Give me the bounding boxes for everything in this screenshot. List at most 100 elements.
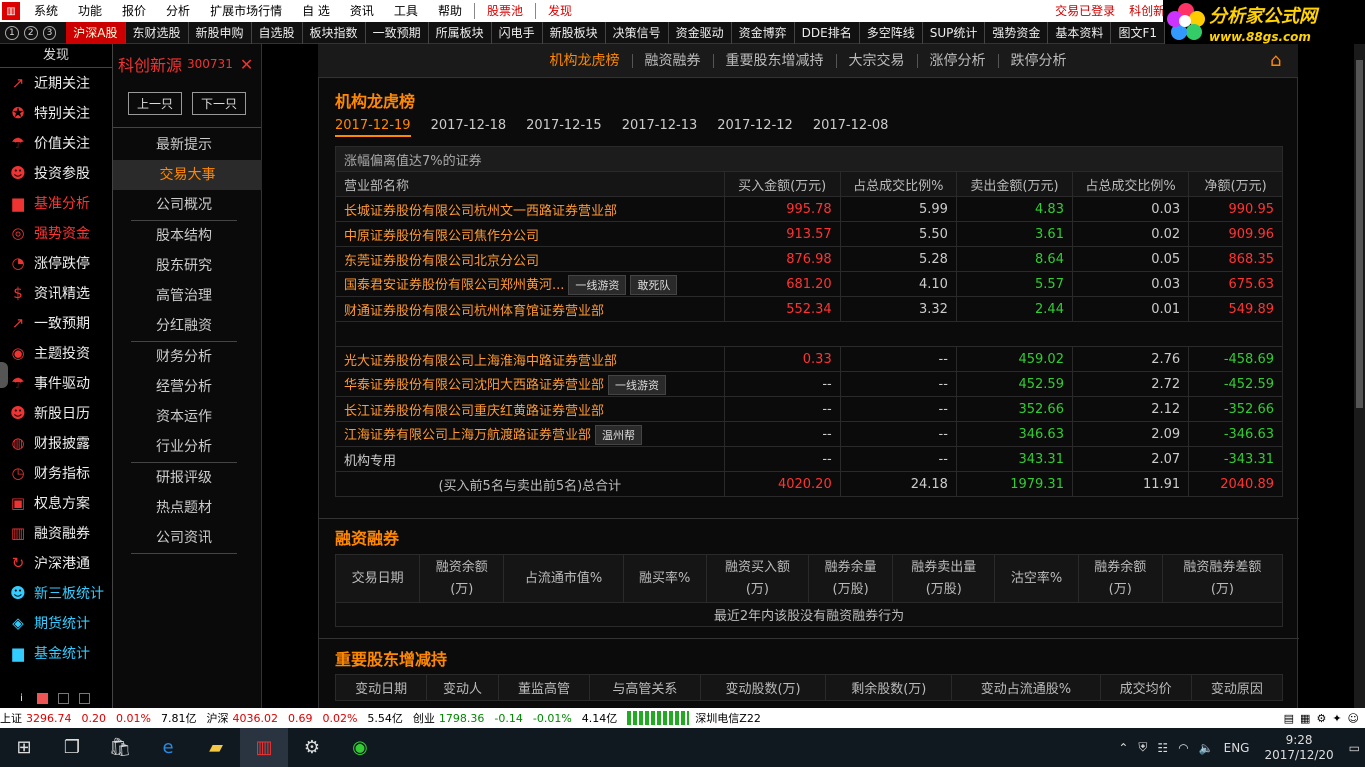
folder-icon[interactable]: ▰ xyxy=(192,728,240,767)
market-tab[interactable]: 资金博弈 xyxy=(732,21,795,44)
menu-stock-pool[interactable]: 股票池 xyxy=(477,0,533,22)
sub-tab[interactable]: 融资融券 xyxy=(633,53,714,68)
date-tab[interactable]: 2017-12-08 xyxy=(813,118,889,137)
shield-icon[interactable]: ⛨ xyxy=(1138,740,1147,755)
sidebar-item[interactable]: ▣ 权息方案 xyxy=(0,488,112,518)
sidebar-item[interactable]: ✪ 特别关注 xyxy=(0,98,112,128)
branch-name[interactable]: 机构专用 xyxy=(344,454,396,469)
sub-tab[interactable]: 机构龙虎榜 xyxy=(538,53,633,68)
nav-item[interactable]: 公司概况 xyxy=(131,190,237,220)
nav-item[interactable]: 高管治理 xyxy=(131,281,237,311)
branch-name[interactable]: 中原证券股份有限公司焦作分公司 xyxy=(344,229,539,244)
sidebar-item[interactable]: ◔ 涨停跌停 xyxy=(0,248,112,278)
market-tab[interactable]: 沪深A股 xyxy=(66,21,126,44)
menu-item[interactable]: 报价 xyxy=(112,0,156,22)
tools-icon[interactable]: ✦ xyxy=(1332,712,1341,725)
sidebar-item[interactable]: ◍ 财报披露 xyxy=(0,428,112,458)
nav-item[interactable]: 资本运作 xyxy=(131,402,237,432)
nav-item[interactable]: 财务分析 xyxy=(131,342,237,372)
table-row[interactable]: 长城证券股份有限公司杭州文一西路证券营业部 995.78 5.99 4.83 0.03 9… xyxy=(335,196,1283,222)
branch-name[interactable]: 华泰证券股份有限公司沈阳大西路证券营业部 xyxy=(344,378,604,393)
nav-item[interactable]: 研报评级 xyxy=(131,463,237,493)
trader-tag[interactable]: 一线游资 xyxy=(568,274,627,295)
wifi-icon[interactable]: ◠ xyxy=(1178,741,1188,755)
table-row[interactable]: 财通证券股份有限公司杭州体育馆证券营业部 552.34 3.32 2.44 0.01 54… xyxy=(335,296,1283,322)
date-tab[interactable]: 2017-12-15 xyxy=(526,118,602,137)
tray-up-icon[interactable]: ⌃ xyxy=(1118,741,1128,755)
sidebar-item[interactable]: ↻ 沪深港通 xyxy=(0,548,112,578)
sidebar-item[interactable]: ☂ 事件驱动 xyxy=(0,368,112,398)
sub-tab[interactable]: 涨停分析 xyxy=(918,53,999,68)
sidebar-item[interactable]: ▥ 融资融券 xyxy=(0,518,112,548)
sidebar-item[interactable]: $ 资讯精选 xyxy=(0,278,112,308)
view-square-icon-3[interactable] xyxy=(79,693,90,704)
notification-icon[interactable]: ▭ xyxy=(1349,741,1360,755)
date-tab[interactable]: 2017-12-12 xyxy=(717,118,793,137)
wechat-icon[interactable]: ◉ xyxy=(336,728,384,767)
market-tab[interactable]: 新股申购 xyxy=(189,21,252,44)
branch-name-cell[interactable]: 中原证券股份有限公司焦作分公司 xyxy=(335,221,725,247)
store-icon[interactable]: 🛍 xyxy=(96,728,144,767)
vertical-scrollbar[interactable] xyxy=(1354,44,1365,708)
branch-name[interactable]: 财通证券股份有限公司杭州体育馆证券营业部 xyxy=(344,304,604,319)
sidebar-item[interactable]: ↗ 一致预期 xyxy=(0,308,112,338)
market-tab[interactable]: 所属板块 xyxy=(429,21,492,44)
nav-item[interactable]: 热点题材 xyxy=(131,493,237,523)
branch-name-cell[interactable]: 机构专用 xyxy=(335,446,725,472)
settings-gear-icon[interactable]: ⚙ xyxy=(288,728,336,767)
branch-name[interactable]: 东莞证券股份有限公司北京分公司 xyxy=(344,254,539,269)
sidebar-item[interactable]: ☻ 新股日历 xyxy=(0,398,112,428)
table-row[interactable]: 长江证券股份有限公司重庆红黄路证券营业部 -- -- 352.66 2.12 -352.6… xyxy=(335,396,1283,422)
menu-item[interactable]: 资讯 xyxy=(340,0,384,22)
market-tab[interactable]: 东财选股 xyxy=(126,21,189,44)
sidebar-item[interactable]: ◈ 期货统计 xyxy=(0,608,112,638)
nav-item[interactable]: 公司资讯 xyxy=(131,523,237,553)
market-tab[interactable]: 自选股 xyxy=(252,21,303,44)
task-view-icon[interactable]: ❐ xyxy=(48,728,96,767)
branch-name-cell[interactable]: 光大证券股份有限公司上海淮海中路证券营业部 xyxy=(335,346,725,372)
circle-button[interactable]: 3 xyxy=(42,25,57,40)
branch-name-cell[interactable]: 华泰证券股份有限公司沈阳大西路证券营业部 一线游资 xyxy=(335,371,725,397)
clock[interactable]: 9:28 2017/12/20 xyxy=(1264,733,1333,763)
market-tab[interactable]: 资金驱动 xyxy=(669,21,732,44)
sidebar-item[interactable]: ▆ 基准分析 xyxy=(0,188,112,218)
branch-name-cell[interactable]: 江海证券有限公司上海万航渡路证券营业部 温州帮 xyxy=(335,421,725,447)
sidebar-item[interactable]: ☂ 价值关注 xyxy=(0,128,112,158)
date-tab[interactable]: 2017-12-19 xyxy=(335,118,411,137)
view-square-icon-1[interactable] xyxy=(37,693,48,704)
branch-name[interactable]: 长城证券股份有限公司杭州文一西路证券营业部 xyxy=(344,204,617,219)
table-row[interactable]: 江海证券有限公司上海万航渡路证券营业部 温州帮 -- -- 346.63 2.09 -346… xyxy=(335,421,1283,447)
info-view-icon[interactable]: i xyxy=(16,693,27,704)
view-square-icon-2[interactable] xyxy=(58,693,69,704)
date-tab[interactable]: 2017-12-18 xyxy=(431,118,507,137)
nav-item[interactable]: 交易大事 xyxy=(113,160,262,190)
nav-item[interactable]: 股东研究 xyxy=(131,251,237,281)
branch-name[interactable]: 国泰君安证券股份有限公司郑州黄河... xyxy=(344,278,564,293)
sidebar-item[interactable]: ↗ 近期关注 xyxy=(0,68,112,98)
sidebar-item[interactable]: ◎ 强势资金 xyxy=(0,218,112,248)
sidebar-item[interactable]: ☻ 投资参股 xyxy=(0,158,112,188)
branch-name[interactable]: 长江证券股份有限公司重庆红黄路证券营业部 xyxy=(344,404,604,419)
market-tab[interactable]: 强势资金 xyxy=(985,21,1049,44)
sidebar-item[interactable]: ▆ 基金统计 xyxy=(0,638,112,668)
grid-icon[interactable]: ▦ xyxy=(1300,712,1310,725)
sub-tab[interactable]: 跌停分析 xyxy=(999,54,1079,68)
ime-indicator[interactable]: ENG xyxy=(1224,741,1250,755)
note-icon[interactable]: ▤ xyxy=(1284,712,1294,725)
market-tab[interactable]: DDE排名 xyxy=(795,21,860,44)
table-row[interactable]: 机构专用 -- -- 343.31 2.07 -343.31 xyxy=(335,446,1283,472)
trader-tag[interactable]: 敢死队 xyxy=(630,274,678,295)
nav-item[interactable]: 最新提示 xyxy=(131,130,237,160)
market-tab[interactable]: 多空阵线 xyxy=(860,21,923,44)
table-row[interactable]: 光大证券股份有限公司上海淮海中路证券营业部 0.33 -- 459.02 2.76 -45… xyxy=(335,346,1283,372)
collapse-handle[interactable] xyxy=(0,362,8,388)
trader-tag[interactable]: 一线游资 xyxy=(608,374,667,395)
menu-item[interactable]: 扩展市场行情 xyxy=(200,0,292,22)
market-tab[interactable]: 决策信号 xyxy=(606,21,669,44)
menu-item[interactable]: 帮助 xyxy=(428,0,472,22)
menu-item[interactable]: 自 选 xyxy=(292,0,340,22)
home-icon[interactable]: ⌂ xyxy=(1270,50,1281,71)
table-row[interactable]: 中原证券股份有限公司焦作分公司 913.57 5.50 3.61 0.02 909.96 xyxy=(335,221,1283,247)
nav-item[interactable]: 分红融资 xyxy=(131,311,237,341)
sidebar-item[interactable]: ◷ 财务指标 xyxy=(0,458,112,488)
